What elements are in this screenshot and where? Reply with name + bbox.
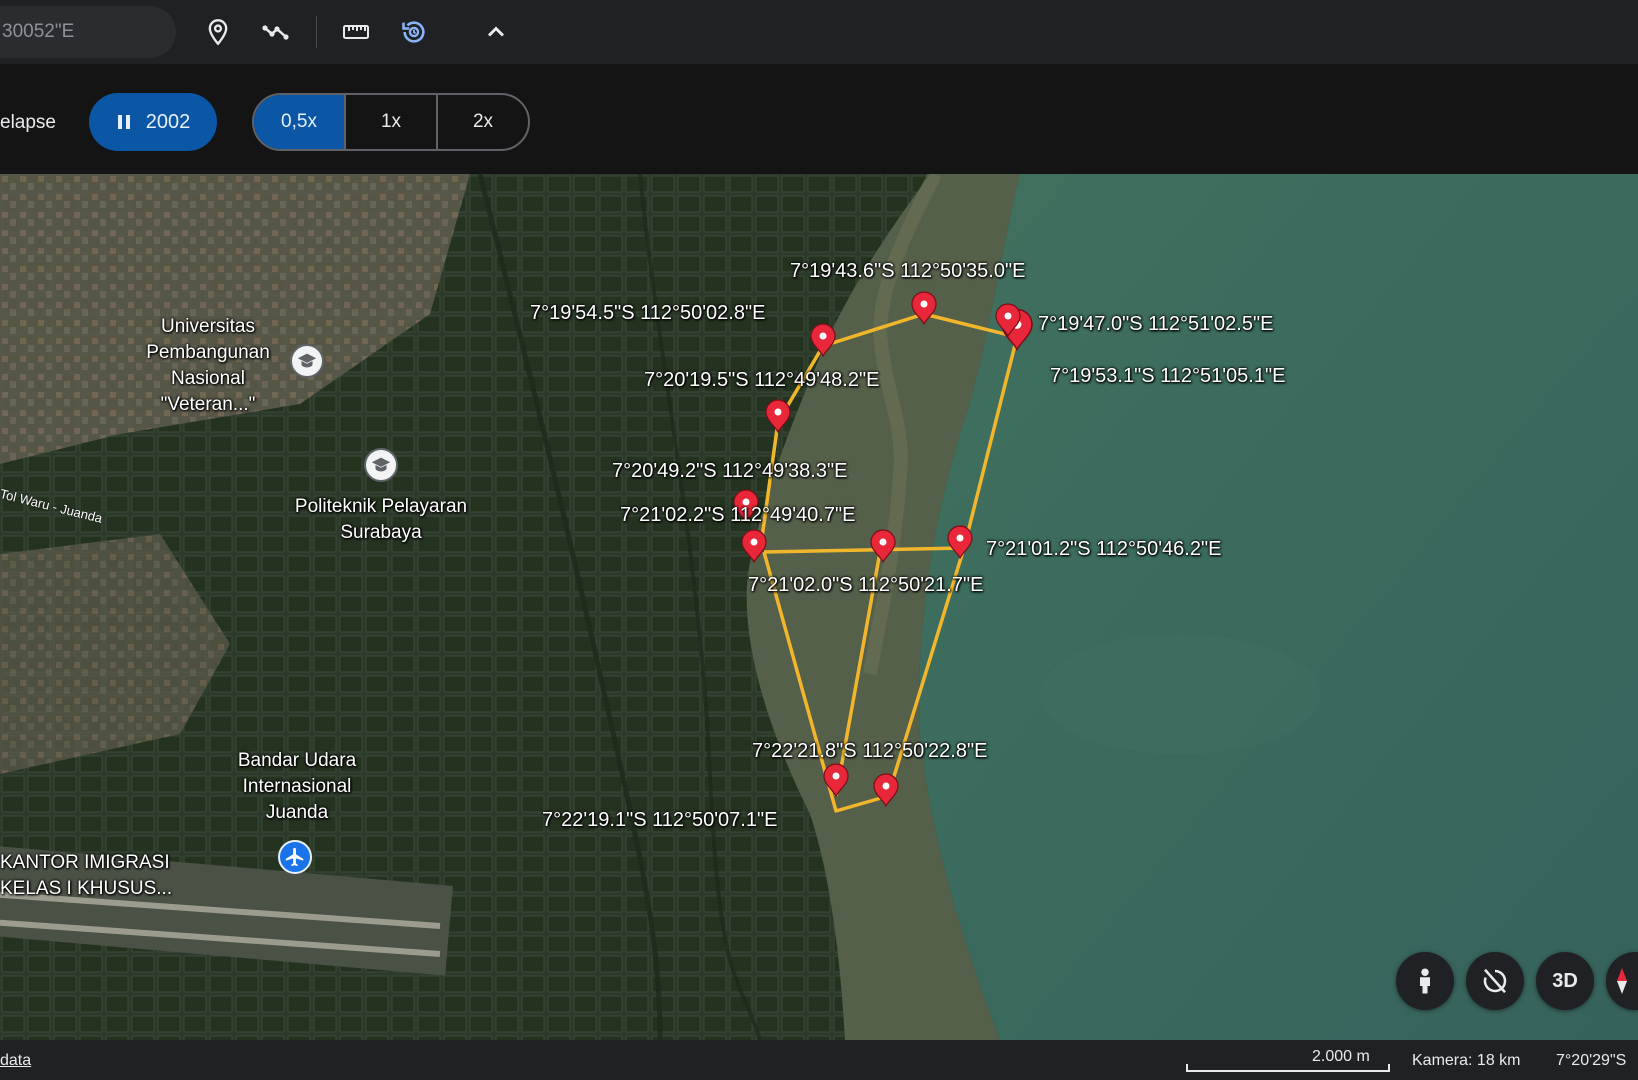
measured-path (763, 546, 965, 554)
placemark-pin-icon[interactable] (823, 763, 849, 798)
data-attribution-link[interactable]: data (0, 1052, 31, 1070)
ruler-icon[interactable] (338, 14, 374, 50)
coord-label: 7°19'43.6"S 112°50'35.0"E (790, 260, 1026, 282)
coord-label: 7°19'54.5"S 112°50'02.8"E (530, 302, 766, 324)
placemark-pin-icon[interactable] (870, 529, 896, 564)
coord-label: 7°19'53.1"S 112°51'05.1"E (1050, 365, 1286, 387)
scale-bar (1186, 1064, 1390, 1072)
placemark-pin-icon[interactable] (765, 399, 791, 434)
coord-label: 7°22'19.1"S 112°50'07.1"E (542, 809, 778, 831)
immigration-office-label: KANTOR IMIGRASI KELAS I KHUSUS... (0, 852, 173, 899)
top-toolbar: 30052"E (0, 0, 1638, 64)
coord-label: 7°21'01.2"S 112°50'46.2"E (986, 538, 1222, 560)
cursor-coordinates: 7°20'29"S (1556, 1052, 1627, 1069)
university-label: Universitas Pembangunan Nasional "Vetera… (146, 316, 270, 415)
placemark-pin-icon[interactable] (810, 323, 836, 358)
polytechnic-label: Politeknik Pelayaran Surabaya (294, 496, 468, 543)
map-view[interactable]: 7°19'43.6"S 112°50'35.0"E 7°19'54.5"S 11… (0, 174, 1638, 1040)
placemark-pin-icon[interactable] (911, 291, 937, 326)
year-label: 2002 (145, 110, 191, 133)
timelapse-bar: elapse 2002 0,5x 1x 2x (0, 64, 1638, 174)
coord-label: 7°21'02.2"S 112°49'40.7"E (620, 504, 856, 526)
compass-icon (1617, 968, 1627, 994)
coord-label: 7°20'49.2"S 112°49'38.3"E (612, 460, 848, 482)
placemark-pin-icon[interactable] (947, 525, 973, 560)
timelapse-label: elapse (0, 112, 56, 133)
speed-option-2x[interactable]: 2x (436, 95, 528, 149)
school-icon[interactable] (290, 344, 324, 378)
pause-year-button[interactable]: 2002 (89, 93, 217, 151)
pegman-icon (1420, 968, 1430, 994)
speed-option-1x[interactable]: 1x (344, 95, 436, 149)
coord-label: 7°20'19.5"S 112°49'48.2"E (644, 369, 880, 391)
coord-label: 7°19'47.0"S 112°51'02.5"E (1038, 313, 1274, 335)
pause-icon (117, 115, 130, 129)
toolbar-divider (316, 16, 317, 48)
airport-label: Bandar Udara Internasional Juanda (237, 750, 357, 823)
airport-icon[interactable] (278, 840, 312, 874)
chevron-up-icon[interactable] (478, 14, 514, 50)
pegman-button[interactable] (1396, 952, 1454, 1010)
school-icon[interactable] (364, 448, 398, 482)
speed-option-0-5x[interactable]: 0,5x (254, 95, 344, 149)
coord-label: 7°21'02.0"S 112°50'21.7"E (748, 574, 984, 596)
search-input[interactable]: 30052"E (0, 6, 176, 58)
camera-altitude: Kamera: 18 km (1412, 1052, 1521, 1069)
rotate-off-icon (1483, 968, 1507, 994)
search-input-value: 30052"E (2, 21, 75, 42)
view-3d-button[interactable]: 3D (1536, 952, 1594, 1010)
placemark-pin-icon[interactable] (741, 529, 767, 564)
path-icon[interactable] (258, 14, 294, 50)
status-bar: data 2.000 m Kamera: 18 km 7°20'29"S (0, 1040, 1638, 1080)
measurement-overlay (733, 291, 1033, 813)
placemark-icon[interactable] (200, 14, 236, 50)
historical-imagery-icon[interactable] (396, 14, 432, 50)
coord-label: 7°22'21.8"S 112°50'22.8"E (752, 740, 988, 762)
rotate-off-button[interactable] (1466, 952, 1524, 1010)
speed-selector: 0,5x 1x 2x (252, 93, 530, 151)
placemark-pin-icon[interactable] (873, 773, 899, 808)
